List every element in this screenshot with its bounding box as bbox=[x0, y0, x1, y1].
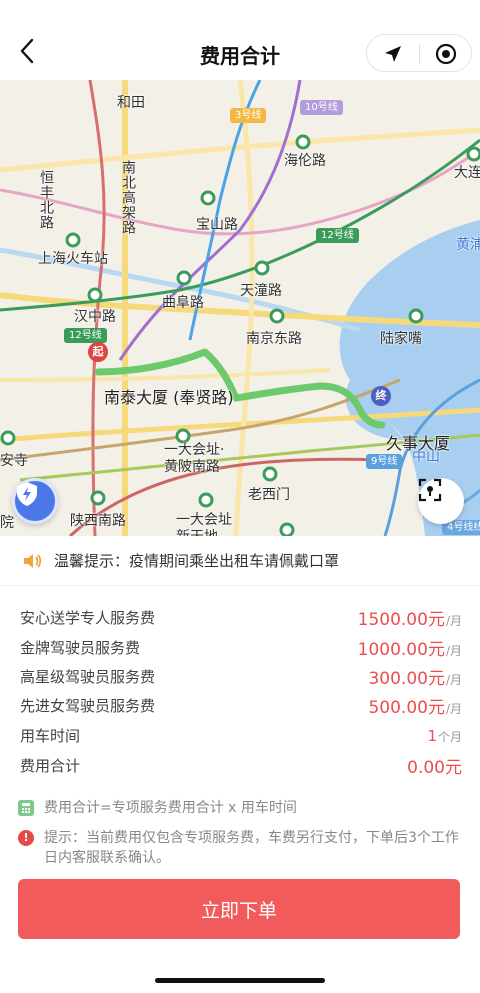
map-label-nanbei-elevated: 南北高架路 bbox=[120, 160, 136, 235]
end-marker[interactable]: 终 bbox=[371, 386, 391, 406]
fee-value: 1500.00元 bbox=[357, 609, 445, 630]
map-label-baoshan-rd: 宝山路 bbox=[196, 217, 238, 233]
record-button[interactable] bbox=[420, 35, 472, 73]
fee-label: 高星级驾驶员服务费 bbox=[20, 667, 156, 686]
shield-lightning-icon bbox=[17, 482, 37, 506]
map-label-tiantong-rd: 天潼路 bbox=[240, 283, 282, 299]
fee-row: 安心送学专人服务费 1500.00元/月 bbox=[20, 602, 462, 632]
notice-bar: 温馨提示：疫情期间乘坐出租车请佩戴口罩 bbox=[0, 536, 480, 586]
map-label-hanzhong-rd: 汉中路 bbox=[74, 309, 116, 325]
scan-frame-icon bbox=[418, 478, 442, 502]
map-label-start-poi: 南泰大厦 (奉贤路) bbox=[104, 388, 234, 407]
nav-header: 费用合计 bbox=[0, 0, 480, 80]
warning-icon: ! bbox=[18, 830, 34, 846]
total-value: 0.00元 bbox=[407, 757, 462, 778]
fee-label: 安心送学专人服务费 bbox=[20, 608, 156, 627]
fee-label: 先进女驾驶员服务费 bbox=[20, 696, 156, 715]
map-label-shaanxi-s-rd: 陕西南路 bbox=[70, 513, 126, 529]
line-tag-12b: 12号线 bbox=[64, 328, 107, 343]
fee-row: 先进女驾驶员服务费 500.00元/月 bbox=[20, 690, 462, 720]
home-indicator bbox=[155, 978, 325, 983]
duration-label: 用车时间 bbox=[20, 726, 81, 745]
formula-text: 费用合计=专项服务费用合计 x 用车时间 bbox=[44, 800, 297, 816]
duration-value: 1 bbox=[427, 726, 437, 745]
map-label-zhongshan: 中山 bbox=[412, 449, 440, 465]
fee-list: 安心送学专人服务费 1500.00元/月 金牌驾驶员服务费 1000.00元/月… bbox=[0, 586, 480, 796]
map-label-dalian-rd: 大连 bbox=[454, 165, 480, 181]
fee-unit: /月 bbox=[445, 613, 462, 628]
map-label-huangpu: 黄浦 bbox=[456, 237, 480, 253]
map-label-hetian: 和田 bbox=[117, 95, 145, 111]
safety-shield-button[interactable] bbox=[12, 478, 58, 524]
tip-text: 提示：当前费用仅包含专项服务费，车费另行支付，下单后3个工作日内客服联系确认。 bbox=[44, 830, 459, 866]
target-circle-icon bbox=[435, 43, 457, 65]
calculator-icon bbox=[18, 800, 34, 816]
fee-value: 300.00元 bbox=[368, 668, 445, 689]
fee-value: 1000.00元 bbox=[357, 639, 445, 660]
fee-value: 500.00元 bbox=[368, 697, 445, 718]
start-marker[interactable]: 起 bbox=[88, 342, 108, 362]
map-canvas bbox=[0, 80, 480, 536]
map-label-hospital: 院 bbox=[0, 515, 14, 531]
map-label-hailun-rd: 海伦路 bbox=[284, 153, 326, 169]
map-label-lujiazui: 陆家嘴 bbox=[380, 331, 422, 347]
line-tag-12a: 12号线 bbox=[316, 228, 359, 243]
submit-order-button[interactable]: 立即下单 bbox=[18, 879, 460, 939]
map-label-laoximen: 老西门 bbox=[248, 487, 290, 503]
duration-row: 用车时间 1个月 bbox=[20, 720, 462, 750]
tip-note: ! 提示：当前费用仅包含专项服务费，车费另行支付，下单后3个工作日内客服联系确认… bbox=[18, 828, 462, 868]
scan-button[interactable] bbox=[418, 478, 464, 524]
fee-row: 高星级驾驶员服务费 300.00元/月 bbox=[20, 661, 462, 691]
fee-unit: /月 bbox=[445, 701, 462, 716]
mini-program-capsule bbox=[366, 34, 472, 72]
line-tag-3: 3号线 bbox=[230, 108, 267, 123]
map-label-huangpi-s-rd: 一大会址· 黄陂南路 bbox=[164, 442, 225, 475]
map-label-hengfeng-rd: 恒丰北路 bbox=[38, 170, 54, 230]
speaker-icon bbox=[24, 553, 42, 568]
fee-label: 金牌驾驶员服务费 bbox=[20, 638, 141, 657]
route-map[interactable]: 和田 恒丰北路 南北高架路 海伦路 大连 宝山路 上海火车站 黄浦 天潼路 曲阜… bbox=[0, 80, 480, 536]
map-label-jingan-temple: 安寺 bbox=[0, 453, 28, 469]
navigation-arrow-icon bbox=[385, 46, 401, 62]
formula-note: 费用合计=专项服务费用合计 x 用车时间 bbox=[18, 798, 462, 818]
fee-unit: /月 bbox=[445, 643, 462, 658]
line-tag-10: 10号线 bbox=[300, 100, 343, 115]
map-label-qufu-rd: 曲阜路 bbox=[162, 295, 204, 311]
line-tag-9: 9号线 bbox=[366, 454, 403, 469]
map-label-xintiandi: 一大会址 新天地 bbox=[176, 512, 232, 536]
duration-unit: 个月 bbox=[437, 729, 462, 744]
fee-row: 金牌驾驶员服务费 1000.00元/月 bbox=[20, 632, 462, 662]
location-button[interactable] bbox=[367, 35, 419, 73]
total-label: 费用合计 bbox=[20, 756, 81, 775]
map-label-shanghai-station: 上海火车站 bbox=[38, 251, 108, 267]
map-label-nanjing-e-rd: 南京东路 bbox=[246, 331, 302, 347]
notice-text: 温馨提示：疫情期间乘坐出租车请佩戴口罩 bbox=[54, 552, 340, 570]
total-row: 费用合计 0.00元 bbox=[20, 750, 462, 780]
fee-unit: /月 bbox=[445, 672, 462, 687]
